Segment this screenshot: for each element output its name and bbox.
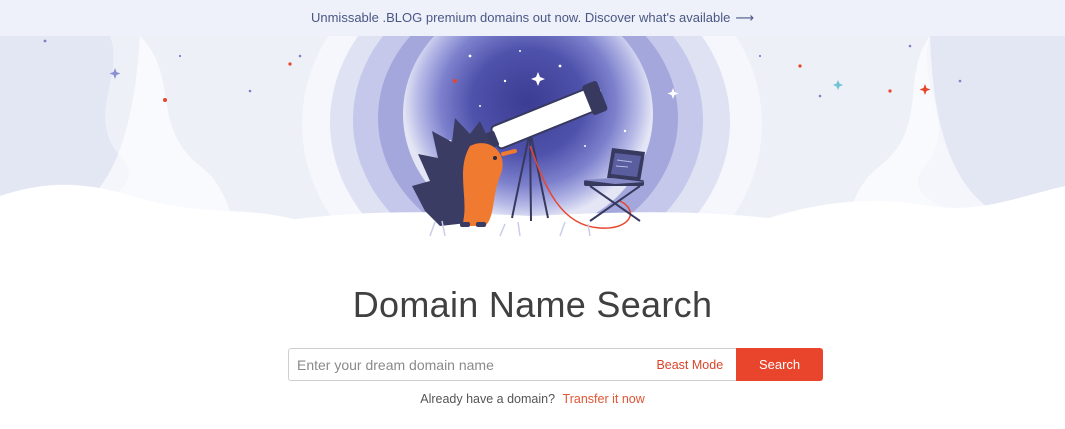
transfer-prompt-text: Already have a domain? xyxy=(420,392,556,406)
promo-text: Unmissable .BLOG premium domains out now… xyxy=(310,10,731,25)
hedgehog-telescope-illustration xyxy=(0,36,1065,270)
promo-link[interactable]: Unmissable .BLOG premium domains out now… xyxy=(311,10,754,26)
domain-search-bar: Beast Mode Search xyxy=(288,348,823,381)
search-button[interactable]: Search xyxy=(736,348,823,381)
domain-search-input[interactable] xyxy=(289,349,657,380)
transfer-prompt: Already have a domain? Transfer it now xyxy=(0,392,1065,406)
transfer-link[interactable]: Transfer it now xyxy=(563,392,645,406)
promo-banner[interactable]: Unmissable .BLOG premium domains out now… xyxy=(0,0,1065,36)
beast-mode-link[interactable]: Beast Mode xyxy=(656,358,723,372)
hero-illustration xyxy=(0,36,1065,270)
search-field-wrapper: Beast Mode xyxy=(288,348,737,381)
page-title: Domain Name Search xyxy=(352,284,713,325)
arrow-right-icon: ⟶ xyxy=(735,10,755,25)
